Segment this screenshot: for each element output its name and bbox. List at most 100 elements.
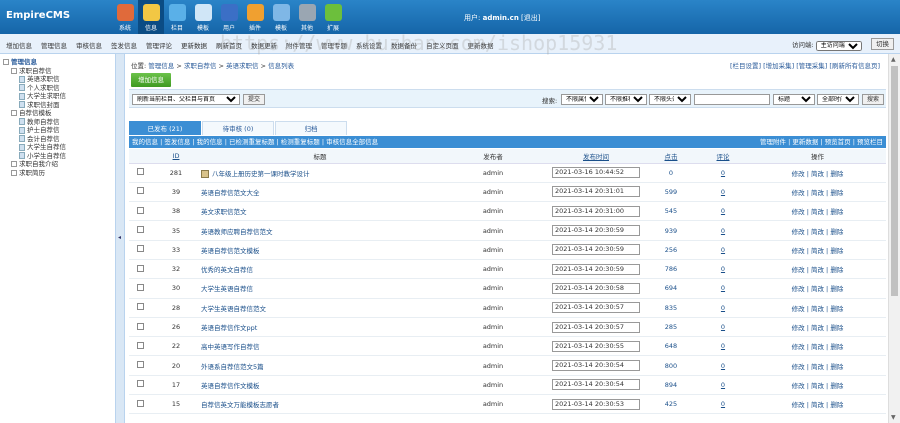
row-select[interactable]	[129, 317, 151, 338]
row-comments[interactable]: 0	[721, 265, 725, 273]
breadcrumb-item[interactable]: 管理信息	[148, 62, 174, 70]
row-comments-cell[interactable]: 0	[697, 317, 749, 338]
folder-toggle-icon[interactable]	[11, 161, 17, 167]
row-comments-cell[interactable]: 0	[697, 355, 749, 376]
row-actions[interactable]: 修改 | 简改 | 删除	[749, 355, 886, 376]
row-checkbox[interactable]	[136, 206, 144, 214]
sidebar-item[interactable]: 求职信封面	[3, 101, 112, 110]
recommend-select[interactable]: 不限推荐	[605, 94, 647, 105]
row-title[interactable]: 高中英语写作自荐信	[201, 343, 260, 351]
row-title[interactable]: 大学生英语自荐信范文	[201, 305, 266, 313]
row-title-cell[interactable]: 外语系自荐信范文5篇	[201, 355, 439, 376]
nav-column[interactable]: 栏目	[164, 0, 190, 34]
row-actions[interactable]: 修改 | 简改 | 删除	[749, 163, 886, 183]
row-time-input[interactable]: 2021-03-14 20:30:59	[552, 263, 640, 275]
row-time-input[interactable]: 2021-03-14 20:31:01	[552, 186, 640, 198]
row-comments-cell[interactable]: 0	[697, 375, 749, 396]
add-info-button[interactable]: 增加信息	[131, 73, 171, 87]
row-title-cell[interactable]: 优秀的英文自荐信	[201, 259, 439, 280]
sidebar-item[interactable]: 求职简历	[3, 169, 112, 178]
sidebar-item[interactable]: 大学生自荐信	[3, 143, 112, 152]
row-select[interactable]	[129, 394, 151, 415]
row-time-input[interactable]: 2021-03-14 20:31:00	[552, 205, 640, 217]
row-title[interactable]: 英语教师应聘自荐信范文	[201, 228, 273, 236]
menu-item[interactable]: 管理专题	[321, 40, 347, 50]
subbar-left-links[interactable]: 我的信息 | 签发信息 | 我的信息 | 已检测重复标题 | 检测重复标题 | …	[132, 136, 378, 148]
nav-user[interactable]: 用户	[216, 0, 242, 34]
row-title[interactable]: 英语自荐信作文ppt	[201, 324, 257, 332]
row-title[interactable]: 英文求职信范文	[201, 208, 247, 216]
submit-button[interactable]: 提交	[243, 94, 266, 105]
field-select[interactable]: 标题	[773, 94, 815, 105]
menu-item[interactable]: 刷新首页	[216, 40, 242, 50]
menu-item[interactable]: 管理评论	[146, 40, 172, 50]
row-checkbox[interactable]	[136, 399, 144, 407]
row-time-input[interactable]: 2021-03-14 20:30:53	[552, 398, 640, 410]
scroll-down-icon[interactable]: ▼	[891, 414, 896, 421]
nav-system[interactable]: 系统	[112, 0, 138, 34]
row-select[interactable]	[129, 278, 151, 299]
row-time-input[interactable]: 2021-03-16 10:44:52	[552, 167, 640, 179]
row-title[interactable]: 英语自荐信范文模板	[201, 247, 260, 255]
row-time-input[interactable]: 2021-03-14 20:30:59	[552, 244, 640, 256]
nav-theme[interactable]: 模板	[268, 0, 294, 34]
sidebar-item[interactable]: 会计自荐信	[3, 135, 112, 144]
row-title-cell[interactable]: 大学生英语自荐信范文	[201, 298, 439, 318]
row-comments-cell[interactable]: 0	[697, 394, 749, 415]
sidebar-item[interactable]: 大学生求职信	[3, 92, 112, 101]
menu-item[interactable]: 自定义页面	[426, 40, 459, 50]
row-select[interactable]	[129, 336, 151, 357]
tab-published[interactable]: 已发布 (21)	[129, 121, 201, 135]
row-actions[interactable]: 修改 | 简改 | 删除	[749, 336, 886, 357]
row-comments[interactable]: 0	[721, 323, 725, 331]
menu-item[interactable]: 增加信息	[6, 40, 32, 50]
row-actions[interactable]: 修改 | 简改 | 删除	[749, 259, 886, 280]
row-actions[interactable]: 修改 | 简改 | 删除	[749, 375, 886, 396]
menu-item[interactable]: 管理信息	[41, 40, 67, 50]
breadcrumb-item[interactable]: 英语求职信	[226, 62, 259, 70]
row-comments[interactable]: 0	[721, 227, 725, 235]
row-comments[interactable]: 0	[721, 304, 725, 312]
menu-item[interactable]: 数据更新	[251, 40, 277, 50]
row-select[interactable]	[129, 375, 151, 396]
nav-template[interactable]: 模板	[190, 0, 216, 34]
row-title-cell[interactable]: 英语自荐信作文ppt	[201, 317, 439, 338]
folder-toggle-icon[interactable]	[3, 59, 9, 65]
breadcrumb-item[interactable]: 求职自荐信	[184, 62, 217, 70]
folder-toggle-icon[interactable]	[11, 169, 17, 176]
row-checkbox[interactable]	[136, 341, 144, 349]
row-comments-cell[interactable]: 0	[697, 182, 749, 203]
scroll-up-icon[interactable]: ▲	[891, 56, 896, 63]
row-select[interactable]	[129, 182, 151, 203]
row-actions[interactable]: 修改 | 简改 | 删除	[749, 394, 886, 415]
row-select[interactable]	[129, 259, 151, 280]
sidebar-item[interactable]: 英语求职信	[3, 75, 112, 84]
row-comments[interactable]: 0	[721, 400, 725, 408]
row-checkbox[interactable]	[136, 380, 144, 388]
row-comments[interactable]: 0	[721, 284, 725, 292]
row-comments-cell[interactable]: 0	[697, 278, 749, 299]
row-actions[interactable]: 修改 | 简改 | 删除	[749, 317, 886, 338]
row-checkbox[interactable]	[136, 322, 144, 330]
row-title-cell[interactable]: 英语自荐信范文大全	[201, 182, 439, 203]
vertical-scrollbar[interactable]: ▲ ▼	[888, 54, 900, 423]
switch-button[interactable]: 切换	[871, 38, 894, 50]
sidebar-item[interactable]: 教师自荐信	[3, 118, 112, 127]
logout-link[interactable]: [退出]	[521, 14, 540, 22]
row-comments[interactable]: 0	[721, 246, 725, 254]
row-comments-cell[interactable]: 0	[697, 163, 749, 183]
sidebar-item[interactable]: 求职自我介绍	[3, 160, 112, 169]
row-comments[interactable]: 0	[721, 207, 725, 215]
sidebar-item[interactable]: 护士自荐信	[3, 126, 112, 135]
row-comments-cell[interactable]: 0	[697, 336, 749, 357]
row-title-cell[interactable]: 大学生英语自荐信	[201, 278, 439, 299]
folder-toggle-icon[interactable]	[11, 110, 17, 116]
menu-item[interactable]: 附件管理	[286, 40, 312, 50]
top-links[interactable]: [栏目设置] [增加采集] [管理采集] [刷新所有信息页]	[730, 60, 880, 70]
folder-toggle-icon[interactable]	[11, 67, 17, 74]
row-title-cell[interactable]: 英文求职信范文	[201, 201, 439, 222]
sidebar-item[interactable]: 自荐信模板	[3, 109, 112, 118]
row-checkbox[interactable]	[136, 264, 144, 272]
col-time[interactable]: 发布时间	[547, 149, 645, 164]
empirecms-logo[interactable]: EmpireCMS	[6, 4, 70, 22]
